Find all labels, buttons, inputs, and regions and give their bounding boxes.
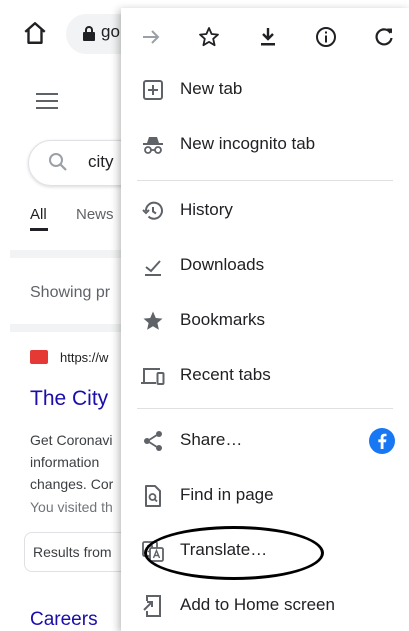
result-snippet-line: information xyxy=(30,454,100,470)
menu-item-add-to-home-screen[interactable]: Add to Home screen xyxy=(121,580,409,631)
add-to-home-icon xyxy=(143,595,161,617)
facebook-icon[interactable] xyxy=(369,428,395,454)
menu-divider xyxy=(137,408,393,409)
menu-item-share[interactable]: Share… xyxy=(121,415,409,467)
history-icon xyxy=(142,201,163,220)
tab-news[interactable]: News xyxy=(76,206,114,223)
info-icon[interactable] xyxy=(314,25,338,49)
url-text: go xyxy=(101,22,120,41)
tab-all[interactable]: All xyxy=(30,206,47,223)
forward-icon[interactable] xyxy=(139,25,163,49)
careers-link[interactable]: Careers xyxy=(30,609,98,631)
results-from-text: Results from xyxy=(33,544,112,560)
annotation-circle xyxy=(144,526,324,580)
menu-item-label: Bookmarks xyxy=(180,310,266,329)
search-query: city xyxy=(88,152,114,171)
recent-tabs-icon xyxy=(141,368,165,385)
downloads-icon xyxy=(145,260,161,276)
menu-item-downloads[interactable]: Downloads xyxy=(121,240,409,292)
star-icon[interactable] xyxy=(197,25,221,49)
menu-item-label: Recent tabs xyxy=(180,365,271,384)
menu-item-label: Share… xyxy=(180,430,243,449)
share-icon xyxy=(144,431,162,451)
menu-toolbar xyxy=(121,8,409,64)
download-icon[interactable] xyxy=(256,25,280,49)
home-icon[interactable] xyxy=(22,20,48,46)
tab-all-underline xyxy=(30,228,48,231)
lock-icon xyxy=(83,26,95,41)
section-divider xyxy=(10,250,130,258)
bookmarks-icon xyxy=(143,311,163,330)
menu-item-label: New tab xyxy=(180,79,243,98)
menu-item-label: Add to Home screen xyxy=(180,595,335,614)
menu-item-label: New incognito tab xyxy=(180,134,316,153)
result-snippet-line: changes. Cor xyxy=(30,476,114,492)
menu-item-find-in-page[interactable]: Find in page xyxy=(121,470,409,522)
showing-results-text: Showing pr xyxy=(30,284,111,301)
menu-item-bookmarks[interactable]: Bookmarks xyxy=(121,295,409,347)
visited-note: You visited th xyxy=(30,499,113,515)
find-in-page-icon xyxy=(145,485,161,507)
incognito-icon xyxy=(143,137,163,154)
result-title[interactable]: The City xyxy=(30,387,108,411)
result-url[interactable]: https://w xyxy=(60,350,108,365)
hamburger-menu-icon[interactable] xyxy=(36,93,58,109)
search-icon xyxy=(49,153,67,171)
menu-item-recent-tabs[interactable]: Recent tabs xyxy=(121,350,409,402)
new-tab-icon xyxy=(143,80,163,100)
menu-item-label: Downloads xyxy=(180,255,265,274)
menu-divider xyxy=(137,180,393,181)
menu-item-new-tab[interactable]: New tab xyxy=(121,64,409,116)
reload-icon[interactable] xyxy=(372,25,396,49)
menu-item-label: Find in page xyxy=(180,485,274,504)
menu-item-new-incognito-tab[interactable]: New incognito tab xyxy=(121,119,409,171)
section-divider xyxy=(10,324,130,332)
site-favicon xyxy=(30,350,48,364)
menu-item-label: History xyxy=(180,200,233,219)
menu-item-history[interactable]: History xyxy=(121,185,409,237)
result-snippet-line: Get Coronavi xyxy=(30,432,113,448)
